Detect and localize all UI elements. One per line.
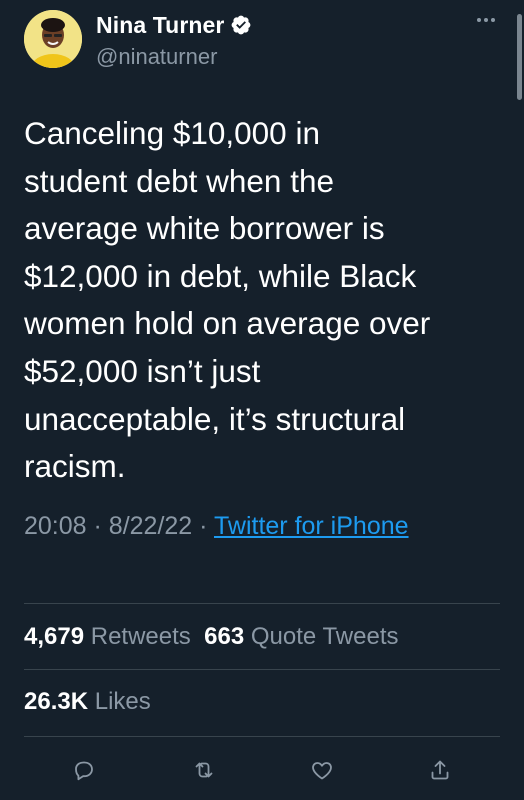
- quote-tweets-count: 663: [204, 623, 245, 650]
- quote-tweets-label: Quote Tweets: [250, 623, 399, 650]
- tweet-source-link[interactable]: Twitter for iPhone: [214, 512, 409, 540]
- retweet-stats: 4,679 Retweets 663 Quote Tweets: [24, 623, 399, 651]
- avatar-portrait-icon: [24, 10, 82, 68]
- like-icon[interactable]: [302, 750, 342, 790]
- likes-label: Likes: [94, 688, 151, 715]
- tweet-meta: 20:08 · 8/22/22 · Twitter for iPhone: [24, 506, 500, 546]
- reply-icon[interactable]: [64, 750, 104, 790]
- share-icon[interactable]: [420, 750, 460, 790]
- tweet-header: Nina Turner @ninaturner: [24, 8, 500, 72]
- retweets-label: Retweets: [90, 623, 191, 650]
- avatar[interactable]: [24, 10, 82, 68]
- quote-tweets-link[interactable]: 663 Quote Tweets: [204, 623, 398, 650]
- divider: [24, 736, 500, 737]
- meta-separator: ·: [93, 512, 102, 540]
- retweets-link[interactable]: 4,679 Retweets: [24, 623, 191, 650]
- author-handle[interactable]: @ninaturner: [96, 44, 252, 70]
- likes-link[interactable]: 26.3K Likes: [24, 688, 151, 715]
- tweet-time: 20:08: [24, 512, 87, 540]
- divider: [24, 603, 500, 604]
- verified-badge-icon: [232, 15, 251, 35]
- tweet-actions-bar: [24, 750, 500, 790]
- likes-count: 26.3K: [24, 688, 89, 715]
- scrollbar[interactable]: [517, 14, 522, 100]
- display-name-row: Nina Turner: [96, 10, 252, 40]
- tweet-date: 8/22/22: [108, 512, 193, 540]
- retweets-count: 4,679: [24, 623, 85, 650]
- display-name[interactable]: Nina Turner: [96, 12, 224, 39]
- more-options-icon[interactable]: [472, 10, 500, 30]
- tweet-detail: Nina Turner @ninaturner Canceling $10,00…: [0, 0, 524, 800]
- likes-stats: 26.3K Likes: [24, 688, 151, 716]
- meta-separator: ·: [199, 512, 208, 540]
- retweet-icon[interactable]: [184, 750, 224, 790]
- author-names: Nina Turner @ninaturner: [96, 10, 252, 70]
- divider: [24, 669, 500, 670]
- tweet-text: Canceling $10,000 in student debt when t…: [24, 115, 431, 485]
